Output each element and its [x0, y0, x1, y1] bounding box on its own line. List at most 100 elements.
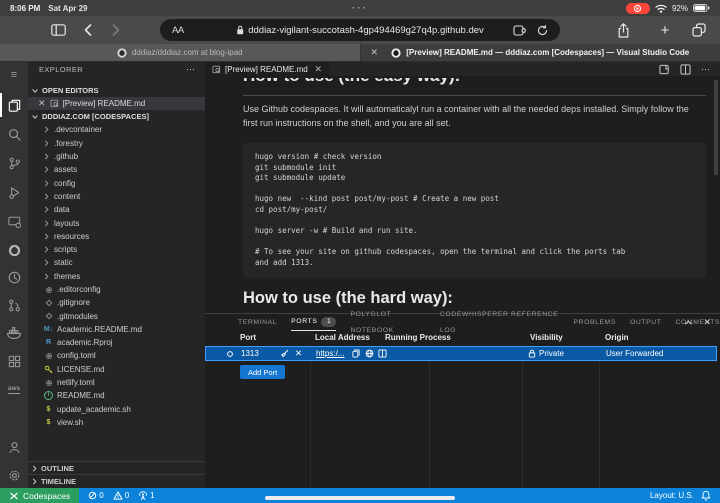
file-row[interactable]: i README.md: [28, 389, 205, 402]
close-panel-icon[interactable]: ✕: [703, 317, 711, 328]
menu-button[interactable]: ≡: [0, 63, 28, 87]
chevron-right-icon: [43, 258, 50, 267]
file-row[interactable]: $ update_academic.sh: [28, 403, 205, 416]
open-editor-readme-preview[interactable]: ✕ [Preview] README.md: [28, 97, 205, 110]
folder-name: static: [54, 258, 73, 267]
folder-row[interactable]: scripts: [28, 243, 205, 256]
file-row[interactable]: .gitignore: [28, 296, 205, 309]
timer-view-button[interactable]: [0, 265, 28, 289]
forward-button[interactable]: [108, 16, 124, 44]
sidebar-toggle-button[interactable]: [48, 16, 68, 44]
copy-address-icon[interactable]: [352, 347, 360, 360]
folder-row[interactable]: .forestry: [28, 137, 205, 150]
timeline-section[interactable]: TIMELINE: [28, 474, 205, 488]
views-more-actions-icon[interactable]: ⋯: [186, 64, 196, 75]
activity-bar: ≡: [0, 62, 28, 488]
keyboard-layout[interactable]: Layout: U.S.: [650, 491, 694, 500]
aws-view-button[interactable]: aws: [0, 377, 28, 401]
folder-row[interactable]: layouts: [28, 216, 205, 229]
new-tab-button[interactable]: +: [656, 16, 674, 44]
docker-view-button[interactable]: [0, 321, 28, 345]
folder-row[interactable]: static: [28, 256, 205, 269]
ports-table-header: Port Local Address Running Process Visib…: [205, 331, 720, 346]
address-bar[interactable]: AA dddiaz-vigilant-succotash-4gp494469g2…: [160, 19, 560, 41]
more-actions-icon[interactable]: ⋯: [701, 64, 711, 75]
folder-row[interactable]: .github: [28, 150, 205, 163]
file-row[interactable]: .gitmodules: [28, 309, 205, 322]
run-debug-button[interactable]: [0, 180, 28, 204]
errors-indicator[interactable]: 0: [88, 491, 103, 500]
lock-icon: [528, 347, 536, 360]
outline-section[interactable]: OUTLINE: [28, 461, 205, 475]
local-address-link[interactable]: https:/...: [316, 347, 344, 360]
remote-indicator[interactable]: Codespaces: [0, 488, 79, 503]
tab-overview-button[interactable]: [690, 16, 708, 44]
reload-button[interactable]: [537, 25, 548, 36]
file-row[interactable]: netlify.toml: [28, 376, 205, 389]
multitask-dots-icon[interactable]: ···: [352, 3, 368, 14]
preview-in-editor-icon[interactable]: [378, 347, 387, 360]
tab-ports[interactable]: PORTS 1: [291, 314, 336, 331]
origin-value: User Forwarded: [606, 347, 663, 360]
accounts-button[interactable]: [0, 435, 28, 459]
files-icon: [7, 98, 22, 113]
code-line: and add 1313.: [255, 258, 694, 269]
open-in-browser-icon[interactable]: [365, 347, 374, 360]
workspace-section[interactable]: DDDIAZ.COM [CODESPACES]: [28, 110, 205, 123]
close-icon[interactable]: ✕: [314, 64, 322, 75]
pull-requests-view-button[interactable]: [0, 293, 28, 317]
folder-row[interactable]: .devcontainer: [28, 123, 205, 136]
section-label: DDDIAZ.COM [CODESPACES]: [42, 112, 149, 121]
warnings-indicator[interactable]: 0: [113, 491, 129, 500]
markdown-preview-icon: [212, 65, 221, 74]
tab-problems[interactable]: PROBLEMS: [573, 315, 616, 331]
file-row[interactable]: M↓ Academic.README.md: [28, 323, 205, 336]
back-button[interactable]: [80, 16, 96, 44]
home-indicator[interactable]: [265, 496, 455, 500]
folder-row[interactable]: assets: [28, 163, 205, 176]
reader-options-button[interactable]: AA: [172, 25, 184, 36]
open-preview-icon[interactable]: [659, 64, 670, 75]
chevron-right-icon: [112, 24, 120, 36]
forwarded-ports-indicator[interactable]: 1: [138, 491, 154, 501]
screen-recording-indicator[interactable]: [626, 3, 650, 14]
editor-tab-readme-preview[interactable]: [Preview] README.md ✕: [205, 62, 329, 76]
file-row[interactable]: config.toml: [28, 349, 205, 362]
folder-row[interactable]: content: [28, 190, 205, 203]
shell-file-icon: $: [44, 418, 53, 427]
source-control-button[interactable]: [0, 151, 28, 175]
share-button[interactable]: [614, 16, 632, 44]
folder-row[interactable]: themes: [28, 270, 205, 283]
extensions-grid-view-button[interactable]: [0, 349, 28, 373]
gear-file-icon: [44, 285, 53, 294]
file-row[interactable]: LICENSE.md: [28, 363, 205, 376]
safari-tab-vscode[interactable]: ✕ [Preview] README.md — dddiaz.com [Code…: [360, 44, 720, 61]
add-port-button[interactable]: Add Port: [240, 365, 285, 379]
open-editors-section[interactable]: OPEN EDITORS: [28, 84, 205, 97]
file-row[interactable]: .editorconfig: [28, 283, 205, 296]
bell-icon[interactable]: [701, 490, 711, 501]
tab-terminal[interactable]: TERMINAL: [238, 315, 277, 331]
github-view-button[interactable]: [0, 238, 28, 262]
settings-button[interactable]: [0, 463, 28, 487]
safari-tab-github-repo[interactable]: dddiaz/dddiaz.com at blog-ipad: [0, 44, 360, 61]
explorer-view-button[interactable]: [0, 93, 28, 117]
maximize-panel-icon[interactable]: [684, 319, 693, 326]
section-label: TIMELINE: [41, 477, 76, 486]
extensions-button[interactable]: [513, 25, 526, 36]
close-tab-icon[interactable]: ✕: [371, 47, 379, 58]
remote-explorer-button[interactable]: [0, 209, 28, 233]
port-row-1313[interactable]: 1313 ✕ https:/...: [205, 346, 717, 361]
folder-row[interactable]: config: [28, 176, 205, 189]
search-view-button[interactable]: [0, 122, 28, 146]
remove-port-icon[interactable]: ✕: [295, 347, 302, 360]
editor-scrollbar[interactable]: [714, 80, 718, 175]
tab-output[interactable]: OUTPUT: [630, 315, 662, 331]
folder-row[interactable]: data: [28, 203, 205, 216]
split-editor-icon[interactable]: [680, 64, 691, 75]
folder-row[interactable]: resources: [28, 230, 205, 243]
close-icon[interactable]: ✕: [38, 98, 46, 109]
file-row[interactable]: $ view.sh: [28, 416, 205, 429]
clear-port-icon[interactable]: [280, 347, 289, 360]
file-row[interactable]: R academic.Rproj: [28, 336, 205, 349]
